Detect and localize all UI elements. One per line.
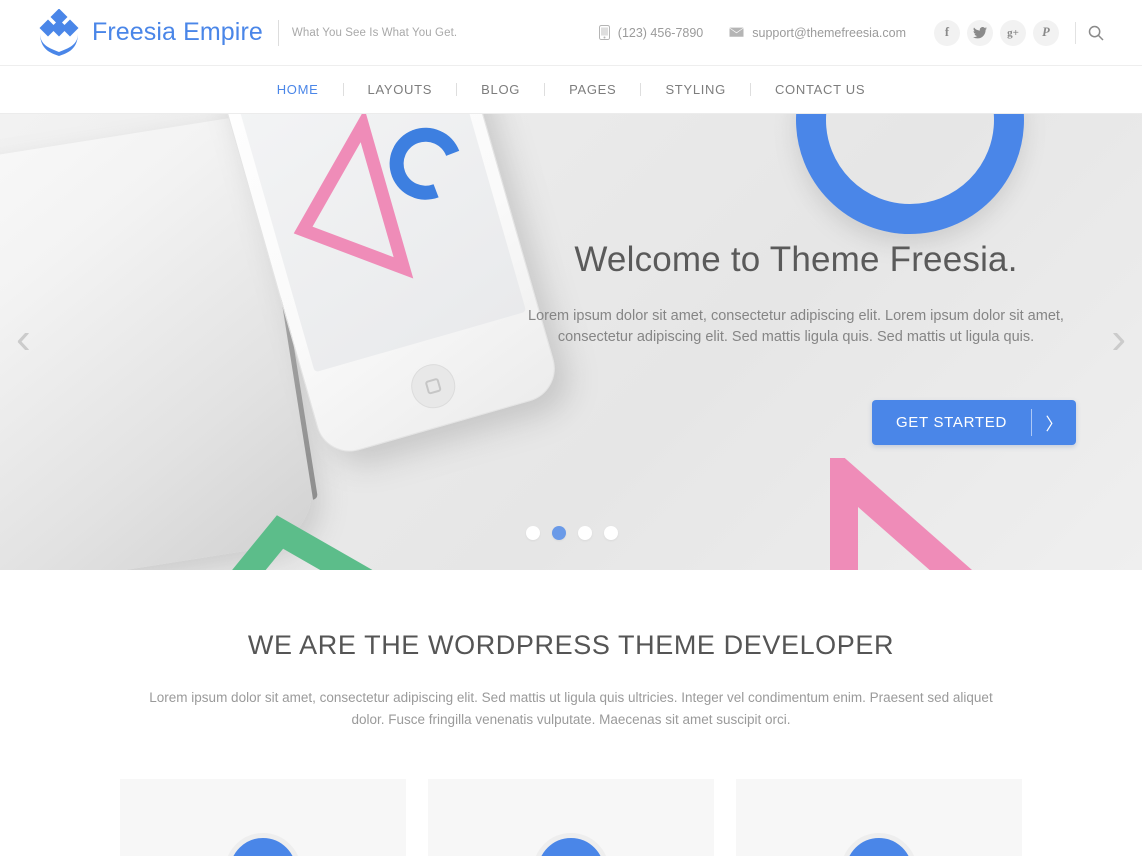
pencil-ruler-icon — [225, 833, 301, 856]
slider-next-arrow[interactable]: › — [1111, 317, 1126, 361]
google-plus-icon[interactable]: g+ — [1000, 19, 1026, 46]
slider-prev-arrow[interactable]: ‹ — [16, 317, 31, 361]
get-started-label: GET STARTED — [895, 414, 1007, 431]
brand-tagline: What You See Is What You Get. — [291, 26, 458, 39]
header-email-text: support@themefreesia.com — [752, 25, 906, 40]
services-title: WE ARE THE WORDPRESS THEME DEVELOPER — [247, 630, 895, 660]
chevron-right-icon: 〉 — [1045, 415, 1063, 434]
hero-content: Welcome to Theme Freesia. Lorem ipsum do… — [516, 240, 1076, 445]
nav-item-styling[interactable]: STYLING — [663, 82, 728, 97]
freesia-diamond-logo-icon — [39, 8, 79, 56]
hero-title: Welcome to Theme Freesia. — [574, 240, 1018, 279]
slider-dot-1[interactable] — [526, 526, 540, 540]
header-email[interactable]: support@themefreesia.com — [729, 26, 906, 40]
header-divider — [1075, 21, 1076, 44]
devices-icon — [841, 833, 917, 856]
sliders-icon — [533, 833, 609, 856]
slider-dot-2[interactable] — [552, 526, 566, 540]
header-phone[interactable]: (123) 456-7890 — [598, 25, 704, 40]
nav-separator — [544, 83, 546, 96]
nav-item-blog[interactable]: BLOG — [479, 82, 522, 97]
nav-separator — [456, 83, 458, 96]
slider-pagination — [520, 526, 624, 540]
brand-divider — [277, 19, 279, 46]
site-header: Freesia Empire What You See Is What You … — [0, 0, 1142, 66]
main-navigation: HOME LAYOUTS BLOG PAGES STYLING CONTACT … — [0, 66, 1142, 114]
nav-item-pages[interactable]: PAGES — [567, 82, 618, 97]
mobile-phone-icon — [598, 25, 610, 40]
header-phone-text: (123) 456-7890 — [617, 25, 704, 40]
hero-cta-wrap: GET STARTED 〉 — [516, 400, 1076, 445]
envelope-icon — [729, 27, 744, 38]
decorative-green-chevron — [232, 515, 373, 570]
slider-dot-3[interactable] — [578, 526, 592, 540]
service-card-design[interactable] — [120, 779, 406, 856]
decorative-pink-triangle — [830, 458, 973, 570]
hero-slider: Welcome to Theme Freesia. Lorem ipsum do… — [0, 114, 1142, 570]
hero-description: Lorem ipsum dolor sit amet, consectetur … — [528, 308, 1064, 345]
nav-item-contact-us[interactable]: CONTACT US — [773, 82, 867, 97]
facebook-icon[interactable]: f — [934, 19, 960, 46]
phone-home-button — [406, 359, 461, 414]
services-cards — [0, 779, 1142, 856]
pinterest-icon[interactable]: P — [1033, 19, 1059, 46]
brand-logo-link[interactable]: Freesia Empire — [38, 8, 263, 57]
nav-separator — [640, 83, 642, 96]
nav-item-home[interactable]: HOME — [275, 82, 321, 97]
services-description: Lorem ipsum dolor sit amet, consectetur … — [149, 690, 993, 727]
search-icon[interactable] — [1088, 25, 1104, 41]
social-links: f g+ P — [934, 19, 1059, 46]
nav-list: HOME LAYOUTS BLOG PAGES STYLING CONTACT … — [275, 82, 868, 97]
service-card-responsive[interactable] — [736, 779, 1022, 856]
brand-name: Freesia Empire — [92, 18, 263, 46]
twitter-icon[interactable] — [967, 19, 993, 46]
service-card-customization[interactable] — [428, 779, 714, 856]
services-section: WE ARE THE WORDPRESS THEME DEVELOPER Lor… — [0, 570, 1142, 856]
nav-separator — [749, 83, 751, 96]
nav-item-layouts[interactable]: LAYOUTS — [366, 82, 435, 97]
header-utilities: (123) 456-7890 support@themefreesia.com … — [573, 19, 1104, 46]
nav-separator — [342, 83, 344, 96]
decorative-blue-ring — [796, 114, 1024, 234]
get-started-button[interactable]: GET STARTED 〉 — [871, 400, 1076, 445]
slider-dot-4[interactable] — [604, 526, 618, 540]
